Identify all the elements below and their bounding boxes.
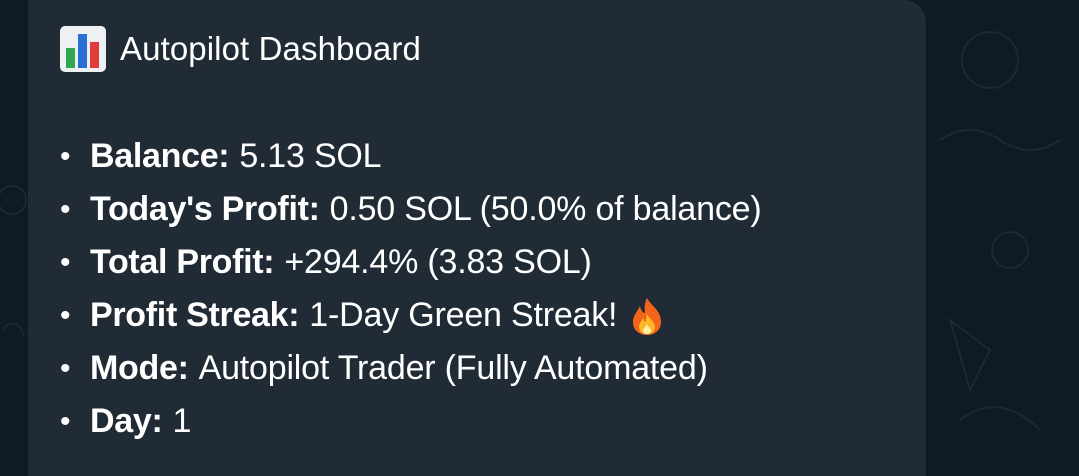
message-bubble[interactable]: Autopilot Dashboard • Balance: 5.13 SOL …: [28, 0, 926, 476]
item-label: Balance:: [90, 137, 230, 175]
item-value: 5.13 SOL: [239, 137, 382, 175]
message-title-row: Autopilot Dashboard: [60, 18, 926, 80]
item-label: Day:: [90, 402, 163, 440]
list-item-day: • Day: 1: [60, 395, 926, 448]
bullet: •: [60, 193, 71, 226]
item-value: +294.4% (3.83 SOL): [284, 243, 592, 281]
item-value: 1-Day Green Streak!: [309, 296, 618, 334]
item-value: 0.50 SOL (50.0% of balance): [329, 190, 762, 228]
list-item-todays-profit: • Today's Profit: 0.50 SOL (50.0% of bal…: [60, 183, 926, 236]
item-label: Mode:: [90, 349, 189, 387]
item-value: 1: [172, 402, 192, 440]
item-label: Today's Profit:: [90, 190, 320, 228]
bullet: •: [60, 140, 71, 173]
list-item-balance: • Balance: 5.13 SOL: [60, 130, 926, 183]
fire-icon: [629, 296, 665, 336]
bullet: •: [60, 405, 71, 438]
message-title: Autopilot Dashboard: [120, 30, 421, 67]
bullet: •: [60, 299, 71, 332]
item-label: Total Profit:: [90, 243, 275, 281]
list-item-total-profit: • Total Profit: +294.4% (3.83 SOL): [60, 236, 926, 289]
bullet: •: [60, 352, 71, 385]
dashboard-list: • Balance: 5.13 SOL • Today's Profit: 0.…: [60, 130, 926, 448]
item-label: Profit Streak:: [90, 296, 300, 334]
list-item-profit-streak: • Profit Streak: 1-Day Green Streak!: [60, 289, 926, 342]
bar-chart-icon: [60, 26, 106, 72]
list-item-mode: • Mode: Autopilot Trader (Fully Automate…: [60, 342, 926, 395]
bullet: •: [60, 246, 71, 279]
item-value: Autopilot Trader (Fully Automated): [198, 349, 708, 387]
